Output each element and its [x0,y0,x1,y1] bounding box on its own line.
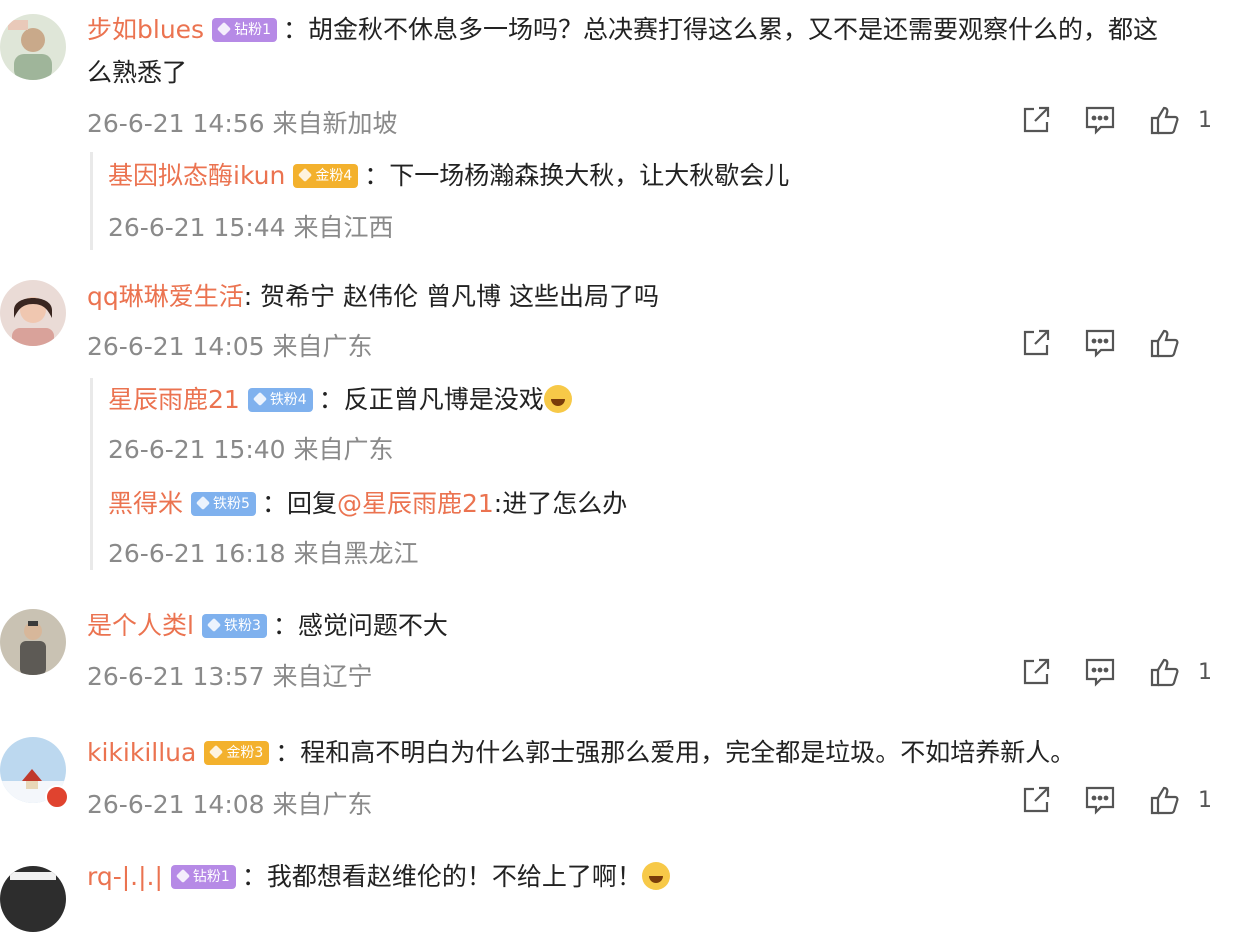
like-count: 1 [1198,107,1212,133]
badge-label: 铁粉5 [213,496,250,512]
share-icon [1023,329,1050,356]
diamond-icon [252,391,267,407]
comment-icon [1085,329,1115,358]
like-icon [1150,786,1179,815]
username[interactable]: 星辰雨鹿21 [108,385,240,414]
comment-body: rq-|.|.| 钻粉1 ：我都想看赵维伦的！不给上了啊！ [87,856,670,898]
comment-icon [1085,106,1115,135]
reply-text: ：下一场杨瀚森换大秋，让大秋歇会儿 [364,161,790,190]
fan-badge: 铁粉3 [201,614,267,638]
comment-icon [1085,786,1115,815]
fan-badge: 钻粉1 [170,865,236,889]
reply-meta: 26-6-21 15:44 来自江西 [108,213,394,242]
comment-actions: 1 [1004,652,1214,692]
fan-badge: 铁粉5 [191,492,256,516]
like-button[interactable] [1132,782,1196,818]
fan-badge: 钻粉1 [212,18,277,42]
mention-link[interactable]: @星辰雨鹿21 [337,489,494,518]
fan-badge: 金粉3 [204,741,270,765]
like-count: 1 [1198,787,1212,813]
comment-body: 步如blues 钻粉1 ：胡金秋不休息多一场吗？总决赛打得这么累，又不是还需要观察什… [87,9,1158,51]
verified-icon [45,785,69,809]
username[interactable]: kikikillua [87,738,196,767]
comment-text: ：感觉问题不大 [272,611,448,640]
badge-label: 钻粉1 [192,869,230,885]
reply-button[interactable] [1068,325,1132,361]
username[interactable]: 是个人类l [87,611,194,640]
badge-label: 钻粉1 [234,22,271,38]
avatar[interactable] [0,14,66,80]
reply-meta: 26-6-21 15:40 来自广东 [108,435,394,464]
diamond-icon [175,868,190,884]
share-icon [1023,786,1050,813]
diamond-icon [195,495,211,511]
like-button[interactable] [1132,102,1196,138]
badge-label: 金粉4 [315,168,353,184]
comment-actions: 1 [1004,780,1214,820]
laugh-cry-emoji [641,862,670,890]
reply-item: 基因拟态酶ikun 金粉4 ：下一场杨瀚森换大秋，让大秋歇会儿 [108,156,789,196]
badge-icon [298,167,313,183]
comment-text: ：程和高不明白为什么郭士强那么爱用，完全都是垃圾。不如培养新人。 [275,738,1076,767]
username[interactable]: 基因拟态酶ikun [108,161,285,190]
reply-thread: 星辰雨鹿21 铁粉4 ：反正曾凡博是没戏 26-6-21 15:40 来自广东 黑得… [90,378,627,570]
diamond-icon [217,21,232,37]
comment-text: ：我都想看赵维伦的！不给上了啊！ [241,862,642,891]
laugh-cry-emoji [543,385,572,413]
comment-text: : 贺希宁 赵伟伦 曾凡博 这些出局了吗 [243,282,659,311]
username[interactable]: 步如blues [87,15,204,44]
reply-button[interactable] [1068,102,1132,138]
comment-actions: 1 [1004,100,1214,140]
like-icon [1150,329,1179,358]
reply-button[interactable] [1068,654,1132,690]
username[interactable]: qq琳琳爱生活 [87,282,244,311]
badge-label: 金粉3 [226,745,264,761]
avatar[interactable] [0,609,66,675]
share-button[interactable] [1004,325,1068,361]
avatar[interactable] [0,866,66,932]
diamond-icon [206,617,222,633]
comment-meta: 26-6-21 13:57 来自辽宁 [87,662,373,691]
badge-label: 铁粉4 [269,392,307,408]
reply-meta: 26-6-21 16:18 来自黑龙江 [108,539,419,568]
like-button[interactable] [1132,325,1196,361]
reply-item: 星辰雨鹿21 铁粉4 ：反正曾凡博是没戏 [108,380,572,420]
reply-item: 黑得米 铁粉5 ：回复@星辰雨鹿21:进了怎么办 [108,484,627,524]
reply-text-prefix: ：回复 [261,489,337,518]
like-icon [1150,106,1179,135]
like-icon [1150,658,1179,687]
username[interactable]: rq-|.|.| [87,862,163,891]
comment-meta: 26-6-21 14:56 来自新加坡 [87,109,398,138]
badge-label: 铁粉3 [223,618,261,634]
reply-text-suffix: :进了怎么办 [493,489,628,518]
badge-icon [209,744,224,760]
like-button[interactable] [1132,654,1196,690]
comment-text: ：胡金秋不休息多一场吗？总决赛打得这么累，又不是还需要观察什么的，都这 [283,15,1159,44]
share-button[interactable] [1004,102,1068,138]
comment-meta: 26-6-21 14:08 来自广东 [87,790,373,819]
share-icon [1023,106,1050,133]
comment-text-continued: 么熟悉了 [87,58,188,87]
fan-badge: 铁粉4 [247,388,313,412]
avatar[interactable] [0,280,66,346]
comment-icon [1085,658,1115,687]
share-icon [1023,658,1050,685]
share-button[interactable] [1004,782,1068,818]
comment-body: 是个人类l 铁粉3 ：感觉问题不大 [87,605,448,647]
reply-button[interactable] [1068,782,1132,818]
comment-meta: 26-6-21 14:05 来自广东 [87,332,373,361]
reply-thread: 基因拟态酶ikun 金粉4 ：下一场杨瀚森换大秋，让大秋歇会儿 26-6-21 15… [90,152,789,250]
comment-body: kikikillua 金粉3 ：程和高不明白为什么郭士强那么爱用，完全都是垃圾。不如… [87,732,1075,774]
comment-actions [1004,323,1214,363]
username[interactable]: 黑得米 [108,489,183,518]
fan-badge: 金粉4 [293,164,359,188]
like-count: 1 [1198,659,1212,685]
reply-text: ：反正曾凡博是没戏 [318,385,544,414]
comment-body: qq琳琳爱生活: 贺希宁 赵伟伦 曾凡博 这些出局了吗 [87,276,659,318]
share-button[interactable] [1004,654,1068,690]
